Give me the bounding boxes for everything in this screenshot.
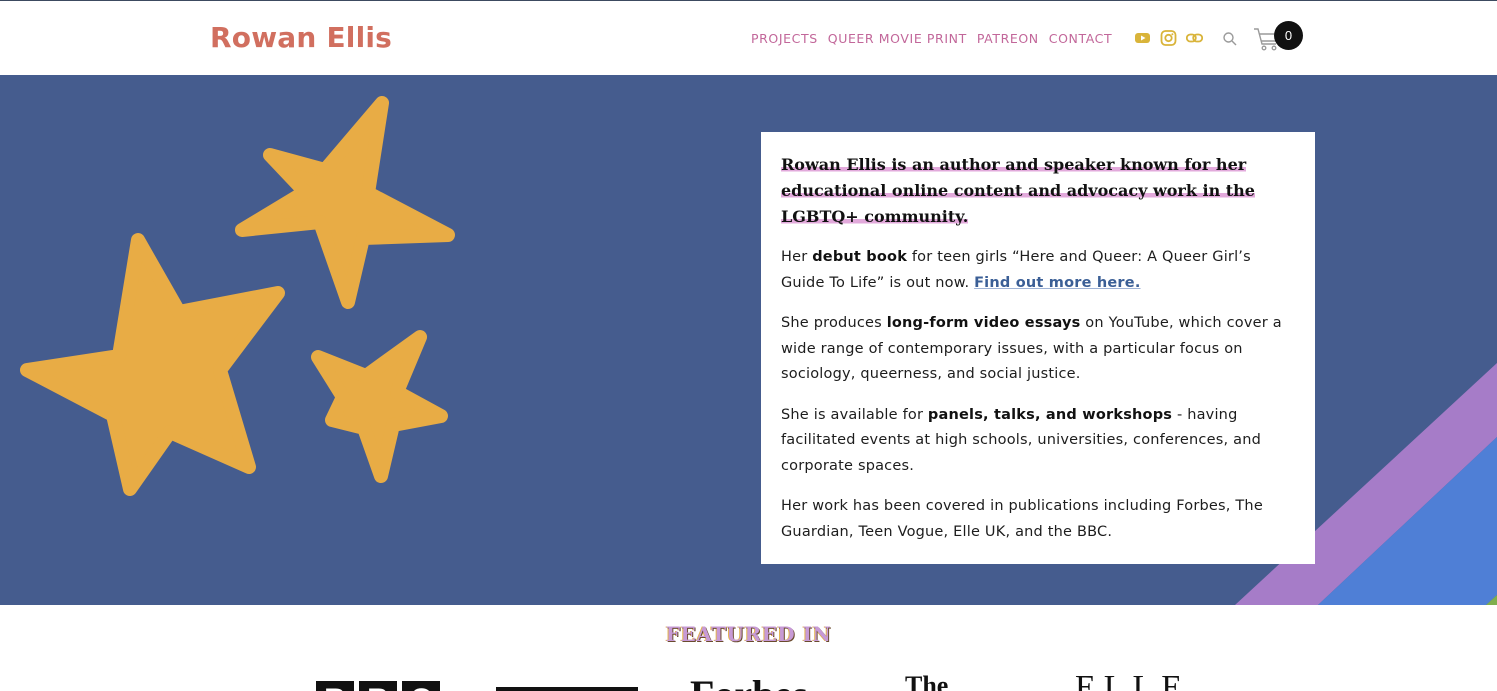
teen-vogue-logo: [496, 687, 638, 691]
nav-queer-movie-print[interactable]: QUEER MOVIE PRINT: [828, 31, 967, 46]
search-icon[interactable]: [1222, 31, 1238, 47]
hero-section: Rowan Ellis is an author and speaker kno…: [0, 75, 1497, 605]
link-icon[interactable]: [1185, 30, 1204, 46]
featured-in-heading: FEATURED IN: [665, 622, 832, 646]
forbes-logo: Forbes: [690, 671, 808, 691]
bio-paragraph-video: She produces long-form video essays on Y…: [781, 315, 1282, 382]
site-header: Rowan Ellis PROJECTS QUEER MOVIE PRINT P…: [0, 1, 1497, 75]
instagram-icon[interactable]: [1160, 30, 1177, 46]
bio-lead: Rowan Ellis is an author and speaker kno…: [781, 155, 1255, 226]
bio-paragraph-panels: She is available for panels, talks, and …: [781, 406, 1261, 474]
site-logo[interactable]: Rowan Ellis: [210, 21, 392, 54]
bio-card: Rowan Ellis is an author and speaker kno…: [761, 132, 1315, 564]
bio-paragraph-press: Her work has been covered in publication…: [781, 498, 1263, 540]
featured-in-section: FEATURED IN B B C Forbes The ELLE: [0, 605, 1497, 691]
bio-paragraph-book: Her debut book for teen girls “Here and …: [781, 249, 1251, 291]
find-out-more-link[interactable]: Find out more here.: [974, 275, 1140, 291]
main-nav: PROJECTS QUEER MOVIE PRINT PATREON CONTA…: [751, 31, 1112, 46]
youtube-icon[interactable]: [1134, 30, 1151, 46]
guardian-logo: The: [905, 671, 949, 691]
nav-contact[interactable]: CONTACT: [1049, 31, 1112, 46]
elle-logo: ELLE: [1075, 669, 1191, 691]
nav-patreon[interactable]: PATREON: [977, 31, 1039, 46]
cart-count-badge[interactable]: 0: [1274, 21, 1303, 50]
nav-projects[interactable]: PROJECTS: [751, 31, 818, 46]
social-links: [1134, 30, 1204, 46]
bbc-logo: B B C: [316, 681, 440, 691]
